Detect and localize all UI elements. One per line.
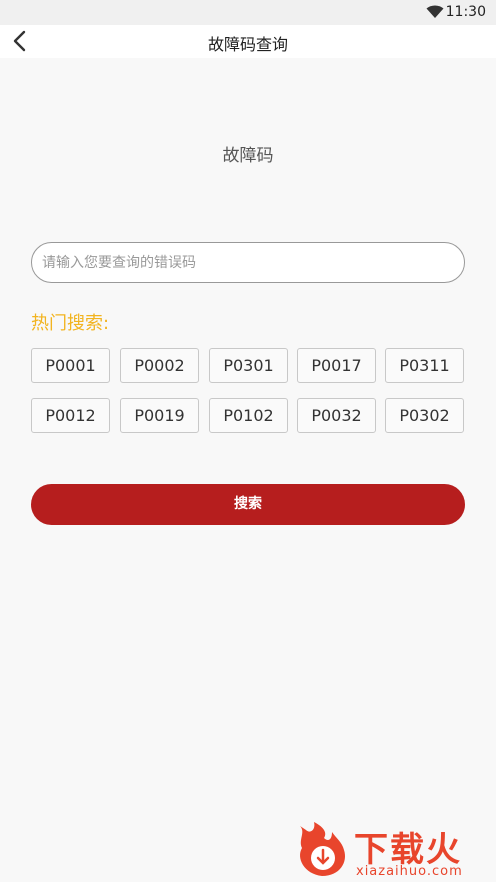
hot-tag[interactable]: P0102 <box>209 398 288 433</box>
flame-logo-icon <box>300 822 346 876</box>
hot-search-label: 热门搜索: <box>31 313 110 334</box>
watermark-url: xiazaihuo.com <box>356 864 463 879</box>
watermark-logo: 下载火 xiazaihuo.com <box>292 818 496 882</box>
search-button[interactable]: 搜索 <box>31 484 465 525</box>
search-input[interactable] <box>31 242 465 283</box>
hot-tag[interactable]: P0019 <box>120 398 199 433</box>
hot-tag[interactable]: P0012 <box>31 398 110 433</box>
page-title: 故障码查询 <box>207 35 288 54</box>
status-bar: 11:30 <box>0 0 496 25</box>
app-header: 故障码查询 <box>0 25 496 58</box>
status-time: 11:30 <box>445 4 486 20</box>
hot-tag[interactable]: P0301 <box>209 348 288 383</box>
hot-tag[interactable]: P0302 <box>385 398 464 433</box>
hot-tag[interactable]: P0001 <box>31 348 110 383</box>
hot-tag[interactable]: P0311 <box>385 348 464 383</box>
hot-tag[interactable]: P0032 <box>297 398 376 433</box>
wifi-icon <box>426 5 444 18</box>
hot-tag[interactable]: P0017 <box>297 348 376 383</box>
hot-tag[interactable]: P0002 <box>120 348 199 383</box>
section-heading: 故障码 <box>222 146 274 166</box>
